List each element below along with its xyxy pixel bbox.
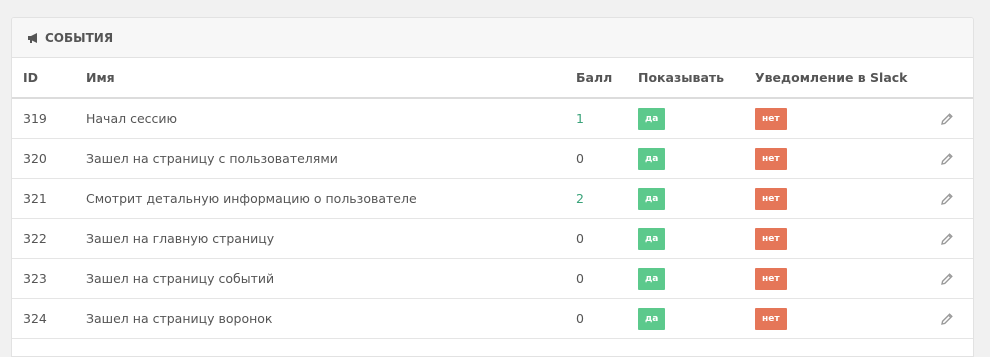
header-slack[interactable]: Уведомление в Slack [755, 58, 908, 97]
edit-cell [940, 179, 954, 218]
pencil-icon[interactable] [940, 232, 954, 246]
row-name: Зашел на страницу событий [86, 271, 275, 286]
slack-badge: нет [755, 187, 787, 210]
row-name: Зашел на главную страницу [86, 231, 275, 246]
row-score: 0 [576, 151, 584, 166]
show-cell: да [638, 219, 666, 258]
table-row: 319 Начал сессию 1 да нет [12, 99, 973, 139]
edit-cell [940, 299, 954, 338]
row-id: 321 [23, 191, 47, 206]
show-badge: да [638, 227, 666, 250]
show-cell: да [638, 299, 666, 338]
header-show[interactable]: Показывать [638, 58, 724, 97]
events-panel: СОБЫТИЯ ID Имя Балл Показывать Уведомлен… [11, 17, 974, 357]
header-score[interactable]: Балл [576, 58, 612, 97]
slack-badge: нет [755, 227, 787, 250]
edit-cell [940, 259, 954, 298]
pencil-icon[interactable] [940, 272, 954, 286]
pencil-icon[interactable] [940, 152, 954, 166]
pencil-icon[interactable] [940, 312, 954, 326]
megaphone-icon [27, 32, 41, 44]
slack-cell: нет [755, 139, 787, 178]
row-id: 322 [23, 231, 47, 246]
show-badge: да [638, 107, 666, 130]
row-name: Зашел на страницу с пользователями [86, 151, 338, 166]
show-cell: да [638, 179, 666, 218]
row-name: Зашел на страницу воронок [86, 311, 273, 326]
slack-cell: нет [755, 99, 787, 138]
show-cell: да [638, 259, 666, 298]
show-badge: да [638, 187, 666, 210]
show-badge: да [638, 147, 666, 170]
show-cell: да [638, 139, 666, 178]
row-score: 2 [576, 191, 584, 206]
slack-badge: нет [755, 307, 787, 330]
table-row: 324 Зашел на страницу воронок 0 да нет [12, 299, 973, 339]
panel-title: СОБЫТИЯ [45, 30, 114, 45]
row-name: Смотрит детальную информацию о пользоват… [86, 191, 417, 206]
table-row: 322 Зашел на главную страницу 0 да нет [12, 219, 973, 259]
slack-cell: нет [755, 179, 787, 218]
row-name: Начал сессию [86, 111, 178, 126]
row-id: 324 [23, 311, 47, 326]
row-id: 323 [23, 271, 47, 286]
table-row: 320 Зашел на страницу с пользователями 0 да… [12, 139, 973, 179]
row-id: 320 [23, 151, 47, 166]
header-id[interactable]: ID [23, 58, 38, 97]
row-score: 1 [576, 111, 584, 126]
show-cell: да [638, 99, 666, 138]
edit-cell [940, 139, 954, 178]
row-score: 0 [576, 311, 584, 326]
pencil-icon[interactable] [940, 112, 954, 126]
slack-cell: нет [755, 219, 787, 258]
table-row: 323 Зашел на страницу событий 0 да нет [12, 259, 973, 299]
slack-badge: нет [755, 107, 787, 130]
slack-cell: нет [755, 299, 787, 338]
row-id: 319 [23, 111, 47, 126]
table-header: ID Имя Балл Показывать Уведомление в Sla… [12, 58, 973, 99]
pencil-icon[interactable] [940, 192, 954, 206]
table-row: 321 Смотрит детальную информацию о пользо… [12, 179, 973, 219]
header-name[interactable]: Имя [86, 58, 115, 97]
slack-badge: нет [755, 267, 787, 290]
edit-cell [940, 99, 954, 138]
show-badge: да [638, 307, 666, 330]
row-score: 0 [576, 271, 584, 286]
slack-cell: нет [755, 259, 787, 298]
edit-cell [940, 219, 954, 258]
row-score: 0 [576, 231, 584, 246]
show-badge: да [638, 267, 666, 290]
panel-header: СОБЫТИЯ [12, 18, 973, 58]
table-body: 319 Начал сессию 1 да нет 320 Зашел на страниц… [12, 99, 973, 339]
slack-badge: нет [755, 147, 787, 170]
